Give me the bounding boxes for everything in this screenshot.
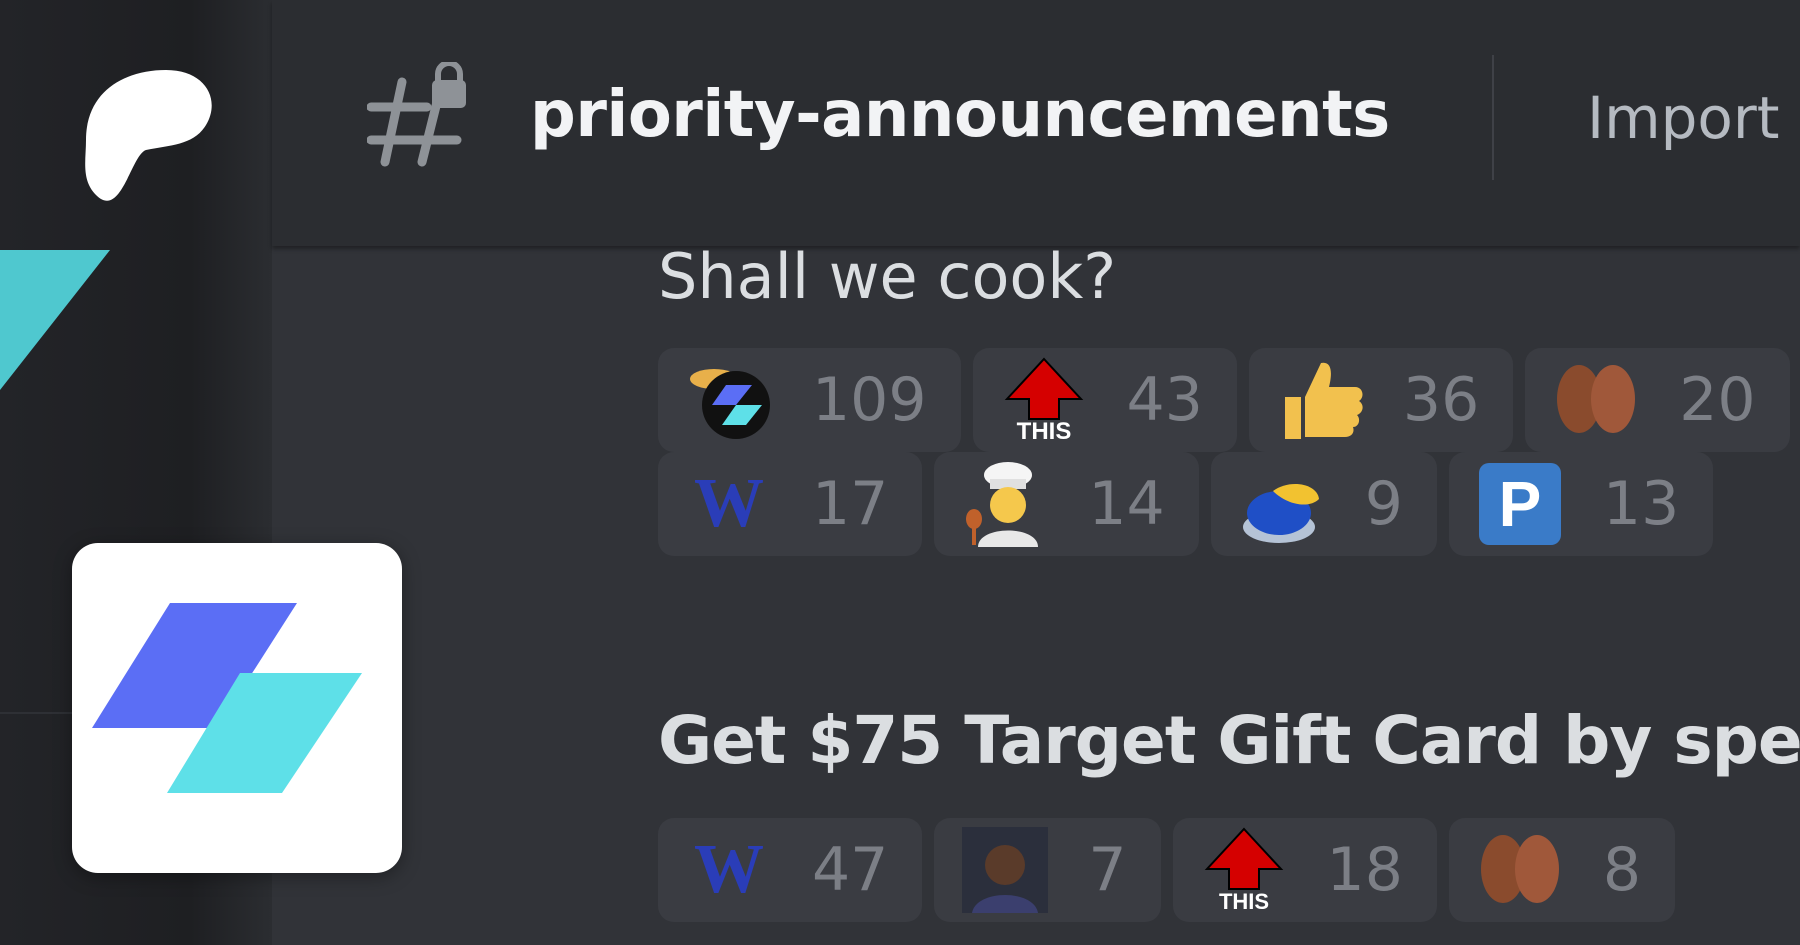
- reaction-count: 14: [1088, 469, 1165, 539]
- person-photo-emoji-icon: [962, 827, 1049, 913]
- p-emoji-icon: P: [1477, 461, 1563, 547]
- reaction-count: 8: [1602, 835, 1642, 905]
- reaction-count: 13: [1602, 469, 1680, 539]
- reaction-count: 20: [1679, 365, 1756, 435]
- chef-emoji-icon: [962, 461, 1048, 547]
- channel-header: priority-announcements Import: [272, 0, 1800, 246]
- channel-topic[interactable]: Import: [1587, 84, 1780, 152]
- reaction-count: 47: [812, 835, 889, 905]
- header-divider: [1492, 55, 1494, 180]
- server-icon-partial[interactable]: [0, 250, 110, 390]
- w-emoji-icon: W: [694, 465, 764, 542]
- reaction-button[interactable]: 7: [934, 818, 1161, 922]
- svg-text:THIS: THIS: [1218, 889, 1268, 913]
- reaction-count: 18: [1326, 835, 1403, 905]
- channel-name: priority-announcements: [530, 78, 1390, 152]
- reaction-count: 36: [1402, 365, 1480, 435]
- kiss-emoji-icon: [1553, 357, 1639, 443]
- reaction-button[interactable]: 8: [1448, 818, 1676, 922]
- message-title: Get $75 Target Gift Card by spe: [658, 702, 1800, 779]
- reaction-button[interactable]: 9: [1210, 452, 1437, 556]
- reaction-row: W 47 7 THIS 18 8: [658, 818, 1676, 922]
- locked-channel-hash-icon: [367, 62, 466, 167]
- reaction-button[interactable]: 20: [1525, 348, 1790, 452]
- reaction-button[interactable]: P 13: [1448, 452, 1714, 556]
- patreon-logo-icon[interactable]: [76, 70, 216, 220]
- reaction-button[interactable]: 109: [658, 348, 961, 452]
- this-arrow-emoji-icon: THIS: [1001, 357, 1087, 443]
- this-arrow-emoji-icon: THIS: [1201, 827, 1287, 913]
- server-logo-emoji-icon: [686, 357, 772, 443]
- reaction-row: W 17 14 9 P 13: [658, 452, 1714, 556]
- reaction-row: 109 THIS 43 36 20: [658, 348, 1790, 452]
- reaction-count: 7: [1088, 835, 1127, 905]
- reaction-button[interactable]: W 47: [658, 818, 923, 922]
- message-list: Shall we cook? 109 THIS 43 36 20 W 17 14…: [272, 246, 1800, 945]
- reaction-count: 109: [812, 365, 927, 435]
- reaction-count: 17: [812, 469, 889, 539]
- reaction-button[interactable]: 36: [1248, 348, 1514, 452]
- w-emoji-icon: W: [694, 831, 764, 908]
- reaction-button[interactable]: W 17: [658, 452, 923, 556]
- thumbs-up-emoji-icon: [1277, 357, 1363, 443]
- reaction-count: 9: [1364, 469, 1403, 539]
- kiss-emoji-icon: [1477, 827, 1563, 913]
- reaction-button[interactable]: 14: [934, 452, 1199, 556]
- reaction-count: 43: [1126, 365, 1203, 435]
- message-text: Shall we cook?: [658, 246, 1117, 313]
- reaction-button[interactable]: THIS 43: [972, 348, 1237, 452]
- buzzer-emoji-icon: [1239, 461, 1325, 547]
- svg-text:THIS: THIS: [1016, 418, 1071, 443]
- reaction-button[interactable]: THIS 18: [1172, 818, 1437, 922]
